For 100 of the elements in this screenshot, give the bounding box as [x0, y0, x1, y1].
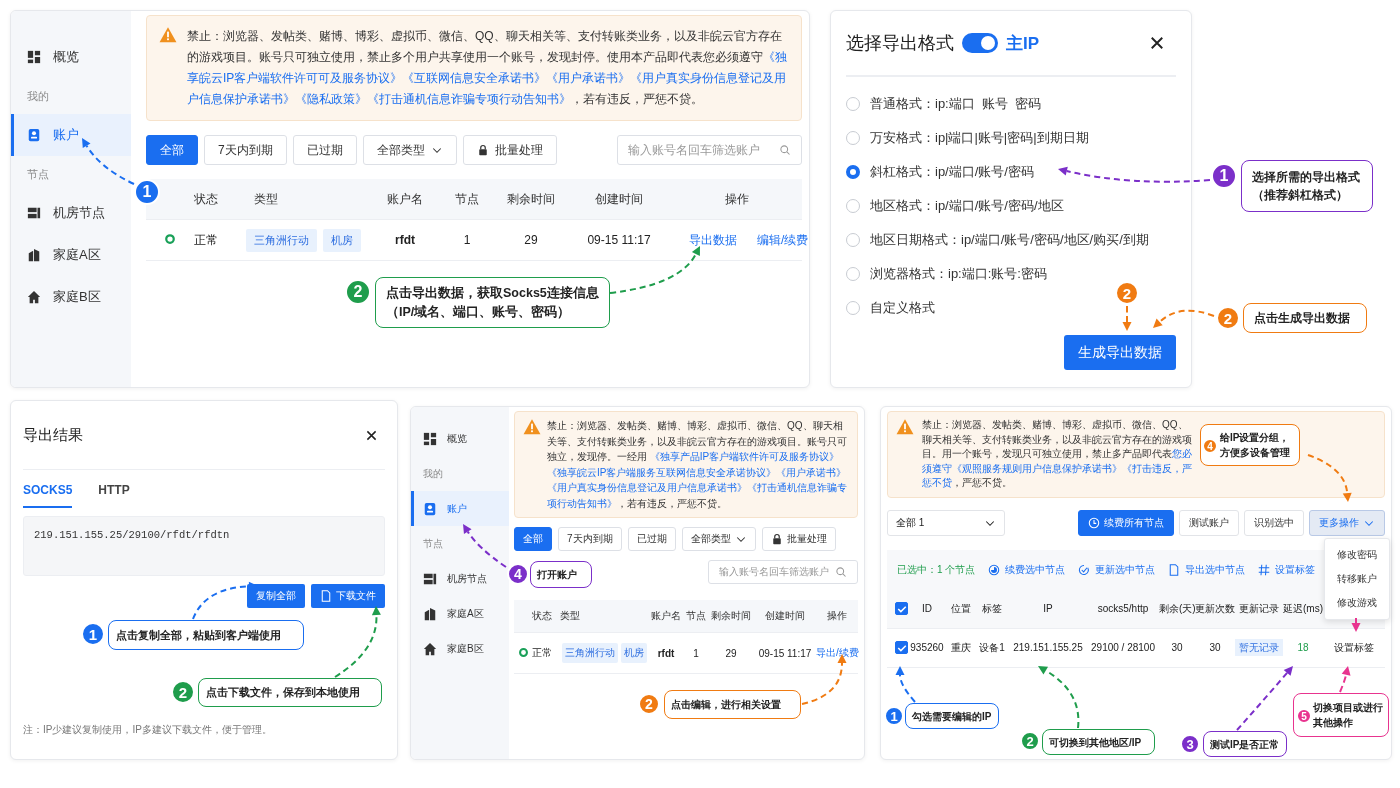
- dashed-arrow: [1153, 309, 1215, 328]
- close-icon[interactable]: [366, 429, 377, 441]
- table-cell-text: rfdt: [394, 233, 416, 247]
- menu-item[interactable]: 修改密码: [1325, 543, 1389, 567]
- sidebar-item[interactable]: 家庭A区: [411, 596, 509, 631]
- radio-button[interactable]: [846, 165, 860, 179]
- batch-button[interactable]: 批量处理: [462, 135, 557, 165]
- sidebar-item[interactable]: 机房节点: [411, 561, 509, 596]
- status-ring-icon: [164, 232, 176, 245]
- group-dropdown[interactable]: 全部 1: [887, 509, 1005, 536]
- column-header: 剩余时间: [710, 609, 752, 623]
- dashed-arrow: [1307, 454, 1352, 502]
- selection-action[interactable]: 续费选中节点: [988, 562, 1066, 577]
- callout: 点击生成导出数据: [1243, 303, 1367, 333]
- type-dropdown[interactable]: 全部类型: [681, 527, 756, 551]
- sidebar-item[interactable]: 机房节点: [11, 192, 131, 234]
- sidebar-item[interactable]: 家庭B区: [411, 631, 509, 666]
- action-button[interactable]: 识别选中: [1244, 509, 1304, 536]
- radio-button[interactable]: [846, 199, 860, 213]
- callout: 可切换到其他地区/IP: [1042, 729, 1155, 755]
- generate-button[interactable]: 生成导出数据: [1064, 335, 1176, 370]
- action-button[interactable]: 测试账户: [1179, 509, 1239, 536]
- more-actions-button[interactable]: 更多操作: [1309, 509, 1385, 536]
- table-cell-text: rfdt: [656, 647, 676, 659]
- copy-button[interactable]: 复制全部: [247, 584, 305, 608]
- status-ring-icon: [518, 646, 529, 658]
- sidebar-item[interactable]: 账户: [11, 114, 131, 156]
- tab[interactable]: HTTP: [98, 476, 130, 508]
- radio-button[interactable]: [846, 131, 860, 145]
- filter-button[interactable]: 全部: [146, 135, 198, 165]
- menu-item[interactable]: 修改游戏: [1325, 591, 1389, 615]
- column-header: 位置: [950, 601, 972, 616]
- column-header: socks5/http: [1096, 603, 1150, 614]
- toggle-switch[interactable]: [962, 33, 998, 53]
- callout: 勾选需要编辑的IP: [905, 703, 999, 729]
- column-header: 更新次数: [1195, 601, 1235, 616]
- action-link[interactable]: 导出数据: [689, 231, 737, 249]
- action-link[interactable]: 编辑/续费: [757, 231, 809, 249]
- format-option[interactable]: 地区日期格式：ip/端口/账号/密码/地区/购买/到期: [846, 223, 1149, 257]
- format-option[interactable]: 普通格式：ip:端口 账号 密码: [846, 87, 1042, 121]
- radio-button[interactable]: [846, 233, 860, 247]
- column-header: 账户名: [386, 190, 424, 208]
- table-cell-text: 29: [523, 233, 539, 247]
- format-option[interactable]: 地区格式：ip/端口/账号/密码/地区: [846, 189, 1064, 223]
- table-cell-text: 1: [462, 233, 472, 247]
- sidebar-item[interactable]: 概览: [11, 36, 131, 78]
- building-icon: [27, 248, 41, 262]
- table-cell[interactable]: 设置标签: [1323, 640, 1385, 655]
- column-header: IP: [1042, 603, 1054, 614]
- sidebar-item[interactable]: 家庭A区: [11, 234, 131, 276]
- download-button[interactable]: 下载文件: [311, 584, 385, 608]
- note-text: 注：IP少建议复制使用，IP多建议下载文件，便于管理。: [23, 723, 273, 737]
- column-header: 延迟(ms): [1283, 601, 1323, 616]
- batch-button[interactable]: 批量处理: [761, 527, 836, 551]
- action-link[interactable]: 导出/续费: [816, 646, 859, 660]
- format-option[interactable]: 自定义格式: [846, 291, 935, 325]
- house-icon: [27, 290, 41, 304]
- warning-icon: [896, 418, 914, 436]
- record-tag: 暂无记录: [1235, 638, 1283, 656]
- menu-item[interactable]: 转移账户: [1325, 567, 1389, 591]
- dashed-arrow: [1351, 617, 1361, 632]
- type-tag: 机房: [323, 228, 361, 252]
- filter-button[interactable]: 7天内到期: [558, 527, 622, 551]
- house-icon: [423, 641, 437, 656]
- selection-action[interactable]: 导出选中节点: [1168, 562, 1246, 577]
- column-header: 状态: [193, 190, 219, 208]
- radio-button[interactable]: [846, 301, 860, 315]
- callout: 点击复制全部，粘贴到客户端使用: [108, 620, 304, 650]
- step-number: 1: [1211, 163, 1237, 189]
- sidebar-item[interactable]: 账户: [411, 491, 509, 526]
- filter-button[interactable]: 已过期: [627, 527, 676, 551]
- filter-button[interactable]: 已过期: [292, 135, 357, 165]
- table-cell-text: 09-15 11:17: [586, 233, 652, 247]
- warning-icon: [523, 418, 541, 436]
- tab[interactable]: SOCKS5: [23, 476, 73, 508]
- server-icon: [423, 571, 437, 586]
- callout: 点击下载文件，保存到本地使用: [198, 678, 382, 707]
- radio-button[interactable]: [846, 267, 860, 281]
- step-number: 2: [1216, 306, 1240, 330]
- result-text-area[interactable]: 219.151.155.25/29100/rfdt/rfdtn: [23, 516, 385, 576]
- close-icon[interactable]: [1150, 36, 1164, 50]
- clock-icon: [1088, 516, 1100, 529]
- sidebar-item[interactable]: 家庭B区: [11, 276, 131, 318]
- selection-action[interactable]: 更新选中节点: [1078, 562, 1156, 577]
- dashed-arrow: [1038, 666, 1080, 729]
- format-option[interactable]: 万安格式：ip|端口|账号|密码|到期日期: [846, 121, 1089, 155]
- checkbox[interactable]: [895, 602, 908, 615]
- format-option[interactable]: 浏览器格式：ip:端口:账号:密码: [846, 257, 1047, 291]
- column-header: 剩余(天): [1159, 601, 1195, 616]
- column-header: 创建时间: [764, 609, 806, 623]
- checkbox[interactable]: [895, 641, 908, 654]
- table-cell-text: 30: [1170, 642, 1184, 653]
- type-dropdown[interactable]: 全部类型: [362, 135, 457, 165]
- filter-button[interactable]: 7天内到期: [204, 135, 287, 165]
- format-option[interactable]: 斜杠格式：ip/端口/账号/密码: [846, 155, 1034, 189]
- selection-action[interactable]: 设置标签: [1258, 562, 1316, 577]
- sidebar-item[interactable]: 概览: [411, 421, 509, 456]
- action-button[interactable]: 续费所有节点: [1078, 509, 1174, 536]
- filter-button[interactable]: 全部: [514, 527, 552, 551]
- radio-button[interactable]: [846, 97, 860, 111]
